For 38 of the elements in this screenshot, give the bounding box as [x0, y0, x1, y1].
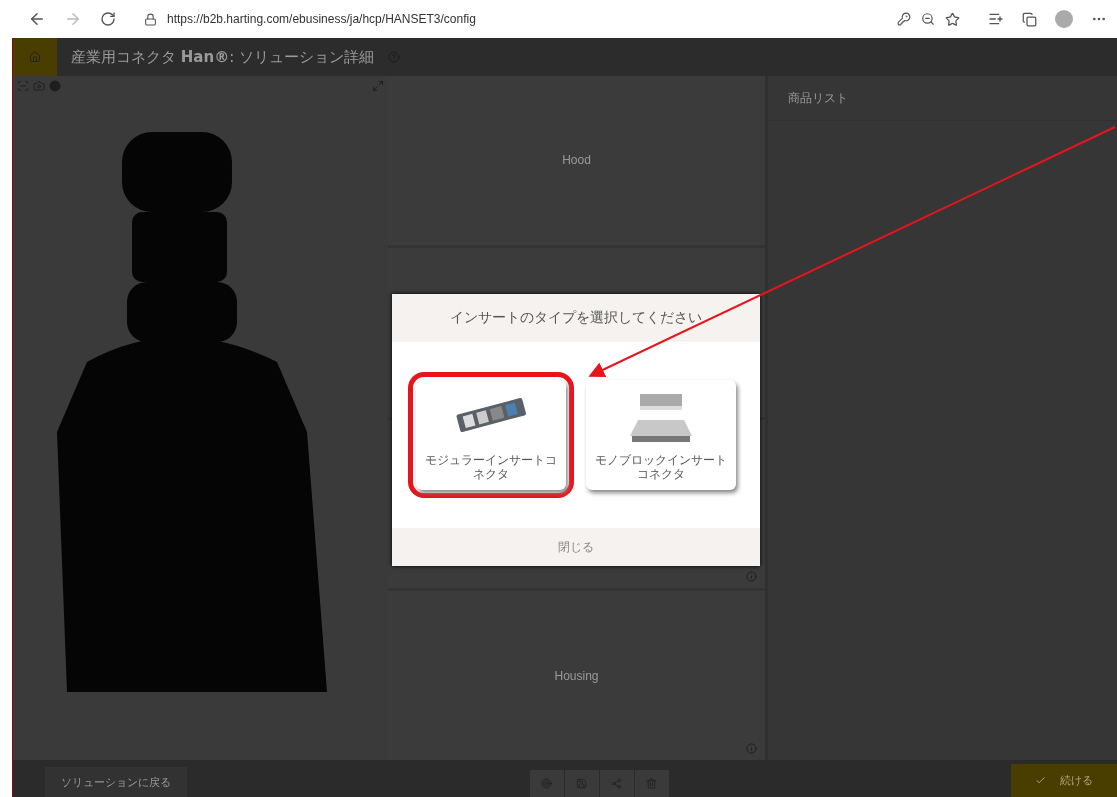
favorites-icon[interactable]: [988, 11, 1004, 27]
insert-type-card[interactable]: モノブロックインサートコネクタ: [586, 380, 736, 490]
avatar-icon[interactable]: [1055, 10, 1073, 28]
fit-view-icon[interactable]: [17, 80, 29, 92]
info-icon[interactable]: [746, 571, 757, 583]
section-label: Housing: [554, 668, 599, 683]
lock-icon: [144, 12, 157, 26]
zoom-out-icon[interactable]: [921, 12, 935, 26]
key-icon[interactable]: [897, 12, 911, 26]
close-button[interactable]: 閉じる: [392, 528, 760, 566]
save-button[interactable]: [564, 769, 599, 797]
config-section[interactable]: Hood: [388, 76, 765, 245]
share-icon: [611, 778, 622, 789]
info-icon[interactable]: [746, 743, 757, 754]
camera-icon[interactable]: [33, 80, 45, 92]
home-icon: [29, 51, 41, 63]
panel-title: 商品リスト: [788, 89, 848, 107]
reload-icon[interactable]: [100, 11, 116, 27]
config-section[interactable]: Housing: [388, 591, 765, 760]
insert-type-card[interactable]: モジュラーインサートコネクタ: [416, 380, 566, 490]
target-button[interactable]: [529, 769, 564, 797]
star-icon[interactable]: [945, 11, 960, 27]
back-button[interactable]: ソリューションに戻る: [45, 767, 187, 797]
back-icon[interactable]: [28, 10, 46, 28]
expand-icon[interactable]: [372, 80, 384, 92]
url-field[interactable]: https://b2b.harting.com/ebusiness/ja/hcp/HANSET3/config: [167, 12, 887, 26]
check-icon: [1035, 775, 1046, 786]
collections-icon[interactable]: [1022, 11, 1037, 27]
home-button[interactable]: [13, 38, 57, 76]
section-label: Hood: [562, 153, 591, 168]
page-title: 産業用コネクタ Han®: ソリューション詳細: [71, 47, 374, 67]
forward-icon[interactable]: [64, 10, 82, 28]
dialog-title: インサートのタイプを選択してください: [450, 309, 702, 327]
save-icon: [576, 778, 587, 789]
share-button[interactable]: [599, 769, 634, 797]
continue-button[interactable]: 続ける: [1011, 763, 1117, 797]
target-icon: [541, 778, 552, 789]
sphere-icon[interactable]: [49, 80, 61, 92]
